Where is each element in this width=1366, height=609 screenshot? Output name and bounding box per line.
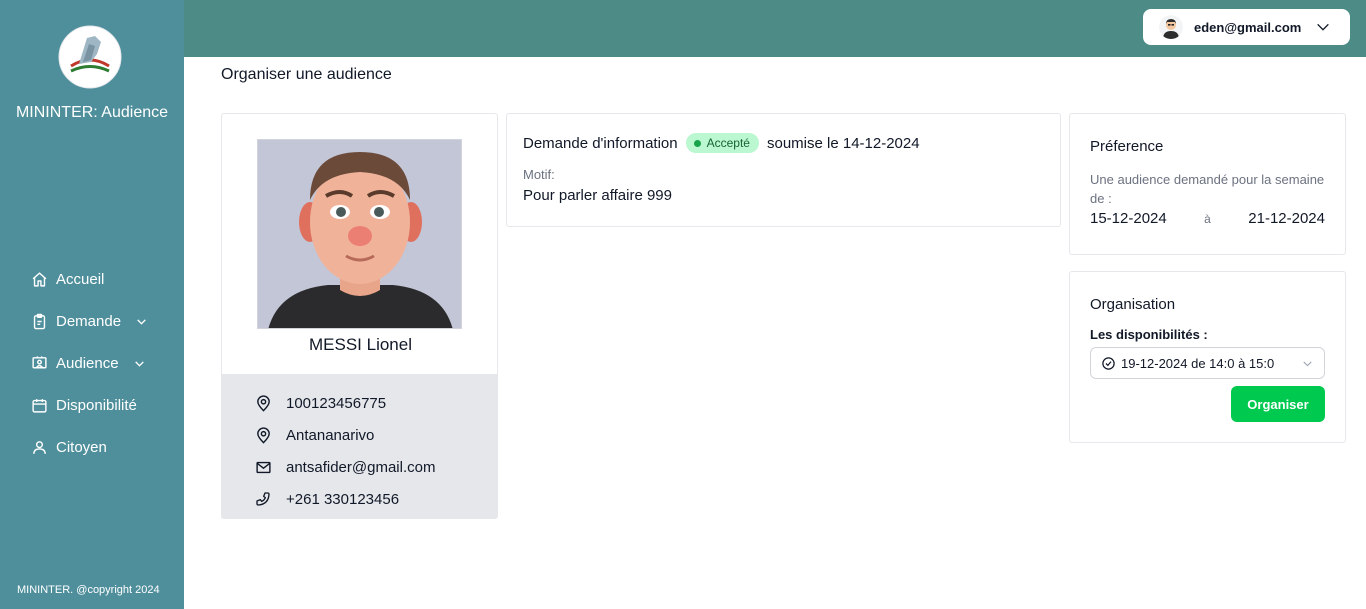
sidebar-nav: Accueil Demande Audience Disponibilité C… (30, 258, 148, 468)
sidebar-item-accueil[interactable]: Accueil (30, 258, 148, 300)
sidebar-item-label: Accueil (56, 270, 105, 288)
citizen-id-number: 100123456775 (286, 394, 387, 412)
demand-submitted-date: soumise le 14-12-2024 (766, 134, 920, 152)
citizen-email-row: antsafider@gmail.com (222, 451, 497, 483)
preference-date-to: 21-12-2024 (1248, 210, 1325, 227)
preference-description: Une audience demandé pour la semaine de … (1090, 172, 1325, 206)
chevron-down-icon (1301, 357, 1314, 370)
citizen-city: Antananarivo (286, 426, 375, 444)
sidebar: MININTER: Audience Accueil Demande Audie… (0, 0, 184, 609)
demand-card: Demande d'information Accepté soumise le… (506, 113, 1061, 227)
chevron-down-icon (133, 357, 146, 370)
sidebar-item-label: Demande (56, 312, 122, 330)
chevron-down-icon (1315, 19, 1331, 35)
app-title: MININTER: Audience (15, 104, 169, 121)
citizen-name: MESSI Lionel (309, 335, 412, 354)
preference-title: Préference (1090, 138, 1164, 155)
citizen-phone-row: +261 330123456 (222, 483, 497, 515)
map-pin-icon (254, 426, 272, 444)
citizen-profile-card: MESSI Lionel 100123456775 Antananarivo a… (221, 113, 498, 519)
motif-label: Motif: (523, 167, 555, 182)
sidebar-item-citoyen[interactable]: Citoyen (30, 426, 148, 468)
chevron-down-icon (135, 315, 148, 328)
user-menu-button[interactable]: eden@gmail.com (1143, 9, 1350, 45)
citizen-city-row: Antananarivo (222, 419, 497, 451)
status-dot-icon (693, 139, 701, 147)
motif-value: Pour parler affaire 999 (523, 187, 672, 204)
demand-header: Demande d'information Accepté soumise le… (523, 133, 1044, 153)
clock-check-icon (1101, 356, 1116, 371)
page-title: Organiser une audience (221, 66, 392, 83)
sidebar-item-label: Disponibilité (56, 396, 137, 414)
user-email: eden@gmail.com (1194, 19, 1302, 35)
demand-title: Demande d'information (523, 134, 678, 152)
status-badge: Accepté (685, 133, 759, 153)
preference-date-from: 15-12-2024 (1090, 210, 1167, 227)
phone-icon (254, 490, 272, 508)
citizen-email: antsafider@gmail.com (286, 458, 436, 476)
organisation-card: Organisation Les disponibilités : 19-12-… (1069, 271, 1346, 443)
map-pin-icon (254, 394, 272, 412)
availability-label: Les disponibilités : (1090, 327, 1208, 342)
citizen-id-row: 100123456775 (222, 387, 497, 419)
organisation-title: Organisation (1090, 296, 1176, 313)
mail-icon (254, 458, 272, 476)
topbar: eden@gmail.com (184, 0, 1366, 57)
availability-selected-value: 19-12-2024 de 14:0 à 15:0 (1121, 355, 1275, 371)
profile-photo (257, 139, 462, 329)
date-separator: à (1204, 211, 1211, 226)
sidebar-item-disponibilite[interactable]: Disponibilité (30, 384, 148, 426)
calendar-icon (30, 396, 48, 414)
clipboard-icon (30, 312, 48, 330)
copyright-footer: MININTER. @copyright 2024 (17, 584, 160, 596)
user-icon (30, 438, 48, 456)
availability-select[interactable]: 19-12-2024 de 14:0 à 15:0 (1090, 347, 1325, 379)
sidebar-item-label: Citoyen (56, 438, 107, 456)
organiser-button[interactable]: Organiser (1231, 386, 1325, 422)
home-icon (30, 270, 48, 288)
citizen-info: 100123456775 Antananarivo antsafider@gma… (222, 374, 497, 518)
status-badge-label: Accepté (706, 136, 750, 150)
preference-card: Préference Une audience demandé pour la … (1069, 113, 1346, 255)
citizen-phone: +261 330123456 (286, 490, 400, 508)
sidebar-item-demande[interactable]: Demande (30, 300, 148, 342)
sidebar-item-label: Audience (56, 354, 119, 372)
mininter-logo (57, 24, 123, 90)
avatar (1159, 15, 1183, 39)
presentation-icon (30, 354, 48, 372)
sidebar-item-audience[interactable]: Audience (30, 342, 148, 384)
preference-date-range: 15-12-2024 à 21-12-2024 (1090, 210, 1325, 227)
